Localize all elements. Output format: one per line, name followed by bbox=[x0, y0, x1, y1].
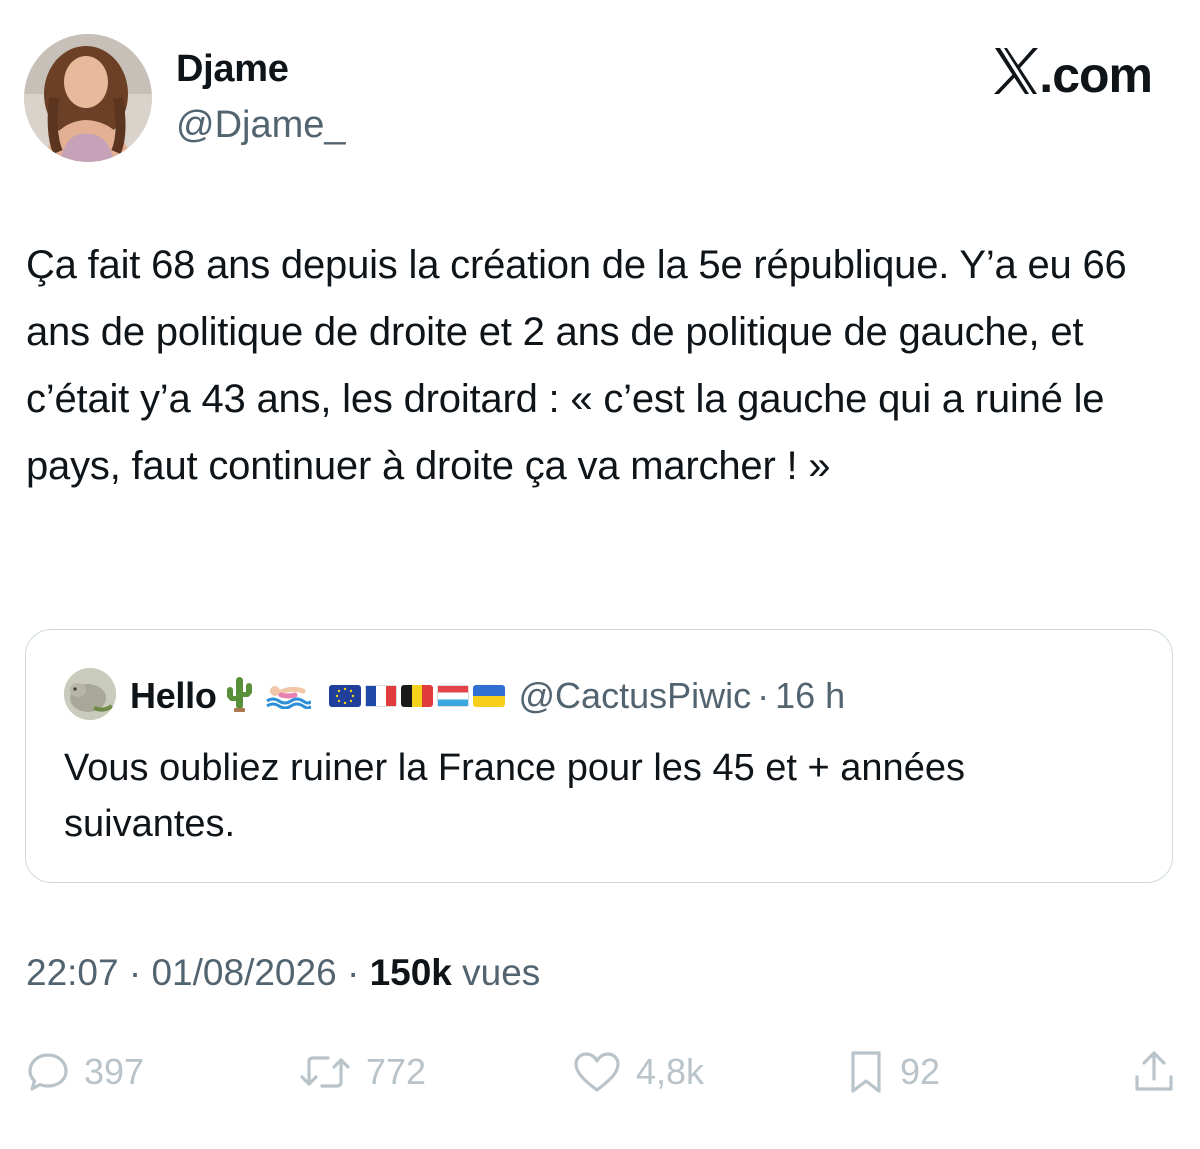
retweet-count: 772 bbox=[366, 1051, 427, 1092]
reply-count: 397 bbox=[84, 1051, 145, 1092]
separator-dot: · bbox=[757, 675, 770, 716]
like-count: 4,8k bbox=[636, 1051, 705, 1092]
eu-flag-icon bbox=[328, 685, 361, 707]
luxembourg-flag-icon bbox=[436, 685, 469, 707]
quote-timestamp[interactable]: 16 h bbox=[775, 675, 845, 717]
brand-logo: .com bbox=[993, 46, 1153, 108]
bookmark-button[interactable]: 92 bbox=[846, 1042, 940, 1102]
action-bar: 397 772 4,8k 92 bbox=[26, 1042, 1176, 1102]
tweet-date[interactable]: 01/08/2026 bbox=[151, 952, 336, 993]
like-button[interactable]: 4,8k bbox=[572, 1042, 704, 1102]
quote-author-name[interactable]: Hello bbox=[130, 675, 217, 717]
quote-author-handle[interactable]: @CactusPiwic bbox=[519, 675, 752, 717]
swimmer-icon bbox=[265, 679, 312, 714]
views-count: 150k bbox=[369, 952, 452, 993]
tweet-header: Djame @Djame_ .com bbox=[24, 34, 1176, 164]
quote-author-avatar[interactable] bbox=[64, 668, 116, 720]
author-handle[interactable]: @Djame_ bbox=[176, 104, 346, 147]
brand-domain: .com bbox=[1039, 47, 1153, 103]
reply-icon bbox=[26, 1050, 70, 1094]
tweet-text: Ça fait 68 ans depuis la création de la … bbox=[26, 243, 1127, 488]
retweet-button[interactable]: 772 bbox=[298, 1042, 426, 1102]
author-name[interactable]: Djame bbox=[176, 48, 289, 91]
share-icon bbox=[1132, 1049, 1176, 1095]
bookmark-count: 92 bbox=[900, 1051, 941, 1092]
quoted-tweet[interactable]: Hello @CactusPiwic · 16 h Vous oubliez r… bbox=[25, 629, 1173, 883]
separator-dot: · bbox=[346, 952, 360, 993]
reply-button[interactable]: 397 bbox=[26, 1042, 144, 1102]
bookmark-icon bbox=[846, 1049, 886, 1095]
views-label: vues bbox=[462, 952, 541, 993]
retweet-icon bbox=[298, 1050, 352, 1094]
quote-text: Vous oubliez ruiner la France pour les 4… bbox=[64, 747, 965, 845]
tweet-time[interactable]: 22:07 bbox=[26, 952, 119, 993]
flags-group bbox=[328, 685, 505, 707]
x-logo-icon bbox=[993, 46, 1039, 108]
ukraine-flag-icon bbox=[472, 685, 505, 707]
quote-header: Hello @CactusPiwic · 16 h bbox=[130, 672, 845, 720]
heart-icon bbox=[572, 1050, 622, 1094]
share-button[interactable] bbox=[1132, 1042, 1176, 1102]
belgium-flag-icon bbox=[400, 685, 433, 707]
france-flag-icon bbox=[364, 685, 397, 707]
separator-dot: · bbox=[128, 952, 142, 993]
cactus-icon bbox=[225, 675, 253, 718]
author-avatar[interactable] bbox=[24, 34, 152, 162]
tweet-meta: 22:07 · 01/08/2026 · 150k vues bbox=[26, 952, 540, 994]
